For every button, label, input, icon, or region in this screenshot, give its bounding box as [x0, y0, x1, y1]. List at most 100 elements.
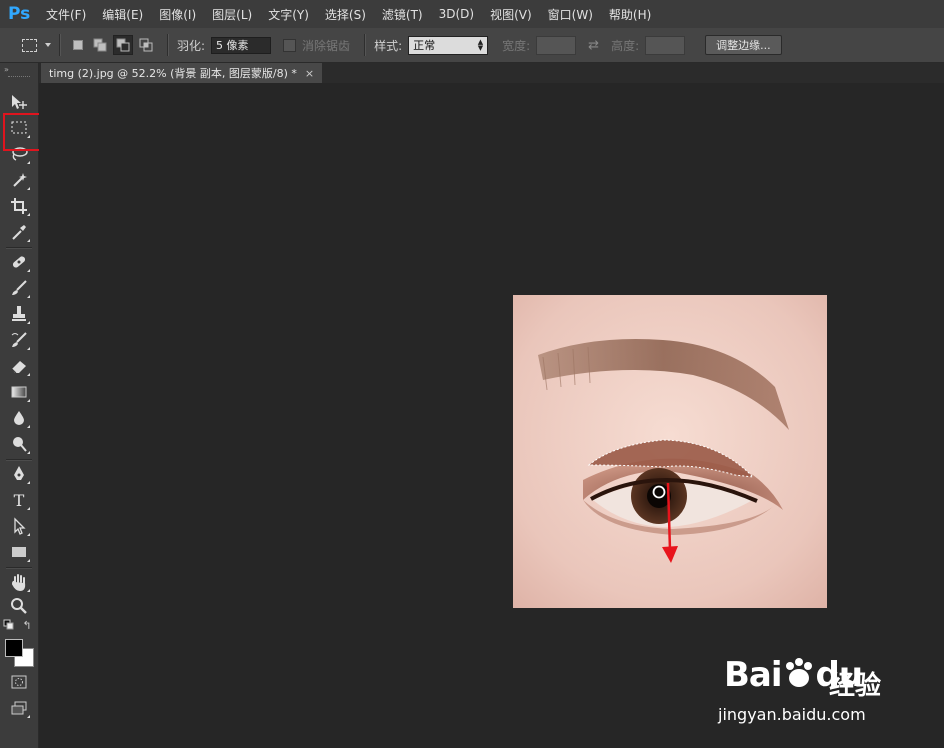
- move-tool[interactable]: [7, 91, 31, 113]
- new-selection-button[interactable]: [69, 36, 87, 54]
- history-brush-icon: [11, 332, 27, 347]
- feather-input[interactable]: 5 像素: [211, 36, 272, 54]
- divider: [6, 459, 32, 461]
- height-label: 高度:: [611, 38, 640, 53]
- divider: [167, 34, 169, 56]
- menu-filter[interactable]: 滤镜(T): [382, 6, 423, 23]
- hand-tool[interactable]: [7, 571, 31, 593]
- chevron-down-icon: [45, 43, 51, 47]
- brush-tool[interactable]: [7, 277, 31, 299]
- menu-window[interactable]: 窗口(W): [548, 6, 593, 23]
- collapse-panel-icon[interactable]: »: [4, 65, 9, 74]
- tool-group-indicator: [27, 161, 30, 164]
- pen-icon: [14, 466, 24, 480]
- type-icon: T: [13, 490, 25, 510]
- divider: [6, 567, 32, 569]
- quick-mask-mode[interactable]: [7, 671, 31, 693]
- eraser-tool[interactable]: [7, 355, 31, 377]
- rectangle-icon: [12, 547, 26, 557]
- tool-group-indicator: [27, 399, 30, 402]
- tool-group-indicator: [27, 507, 30, 510]
- eyedropper-tool[interactable]: [7, 221, 31, 243]
- document-image[interactable]: [513, 295, 827, 608]
- subtract-selection-icon: [116, 38, 130, 52]
- dodge-icon: [13, 437, 27, 452]
- zoom-tool[interactable]: [7, 595, 31, 617]
- tool-group-indicator: [27, 373, 30, 376]
- tool-group-indicator: [27, 269, 30, 272]
- close-icon[interactable]: ×: [305, 67, 314, 80]
- tool-group-indicator: [27, 589, 30, 592]
- magic-wand-tool[interactable]: [7, 169, 31, 191]
- divider: [364, 34, 367, 56]
- type-tool[interactable]: T: [7, 489, 31, 511]
- brush-icon: [12, 280, 27, 295]
- tool-group-indicator: [27, 321, 30, 324]
- tool-group-indicator: [27, 715, 30, 718]
- document-tab[interactable]: timg (2).jpg @ 52.2% (背景 副本, 图层蒙版/8) * ×: [41, 63, 323, 83]
- refine-edge-button[interactable]: 调整边缘...: [705, 35, 782, 55]
- menu-select[interactable]: 选择(S): [325, 6, 366, 23]
- menu-type[interactable]: 文字(Y): [268, 6, 309, 23]
- crop-tool[interactable]: [7, 195, 31, 217]
- add-to-selection-button[interactable]: [91, 36, 109, 54]
- menu-bar: Ps 文件(F) 编辑(E) 图像(I) 图层(L) 文字(Y) 选择(S) 滤…: [0, 0, 944, 28]
- new-selection-icon: [73, 40, 83, 50]
- foreground-color-swatch[interactable]: [5, 639, 23, 657]
- swap-icon[interactable]: ⇄: [588, 38, 599, 53]
- subtract-from-selection-button[interactable]: [113, 35, 133, 55]
- menu-help[interactable]: 帮助(H): [609, 6, 651, 23]
- tool-group-indicator: [27, 451, 30, 454]
- divider: [6, 247, 32, 249]
- swap-colors-icon[interactable]: ↰: [20, 618, 34, 632]
- screen-mode[interactable]: [7, 697, 31, 719]
- menu-file[interactable]: 文件(F): [46, 6, 86, 23]
- tool-group-indicator: [27, 239, 30, 242]
- style-select[interactable]: 正常 ▲ ▼: [408, 35, 489, 55]
- eraser-icon: [11, 361, 26, 374]
- bandage-icon: [12, 256, 26, 268]
- style-select-value: 正常: [413, 39, 436, 52]
- jingyan-label: 经验: [829, 671, 882, 701]
- eyedropper-icon: [12, 225, 26, 240]
- tool-group-indicator: [27, 213, 30, 216]
- default-colors-icon: [3, 619, 14, 630]
- width-input[interactable]: [536, 35, 577, 55]
- watermark-url: jingyan.baidu.com: [718, 705, 866, 724]
- history-brush-tool[interactable]: [7, 329, 31, 351]
- blur-tool[interactable]: [7, 407, 31, 429]
- quick-mask-icon: [11, 675, 27, 689]
- panel-grip[interactable]: [8, 76, 30, 79]
- menu-edit[interactable]: 编辑(E): [102, 6, 143, 23]
- intersect-selection-icon: [139, 38, 153, 52]
- intersect-selection-button[interactable]: [137, 36, 155, 54]
- menu-3d[interactable]: 3D(D): [439, 7, 474, 21]
- menu-view[interactable]: 视图(V): [490, 6, 532, 23]
- path-select-icon: [14, 517, 26, 535]
- eye-photo: [513, 295, 827, 608]
- tool-group-indicator: [27, 559, 30, 562]
- pen-tool[interactable]: [7, 463, 31, 485]
- dodge-tool[interactable]: [7, 433, 31, 455]
- tool-preset-picker[interactable]: [22, 38, 51, 52]
- tool-group-indicator: [27, 533, 30, 536]
- default-colors-button[interactable]: [2, 618, 16, 632]
- options-bar: 羽化: 5 像素 消除锯齿 样式: 正常 ▲ ▼ 宽度: ⇄ 高度: 调整边缘..…: [0, 28, 944, 63]
- menu-image[interactable]: 图像(I): [159, 6, 196, 23]
- menu-layer[interactable]: 图层(L): [212, 6, 252, 23]
- healing-brush-tool[interactable]: [7, 251, 31, 273]
- drop-icon: [14, 411, 24, 425]
- baidu-jingyan-watermark: Bai du 经验 jingyan.baidu.com: [718, 645, 924, 730]
- stamp-icon: [12, 306, 26, 321]
- gradient-tool[interactable]: [7, 381, 31, 403]
- height-input[interactable]: [645, 35, 686, 55]
- rectangle-tool[interactable]: [7, 541, 31, 563]
- marquee-preset-icon: [22, 38, 37, 52]
- gradient-icon: [11, 386, 27, 398]
- antialias-checkbox[interactable]: [283, 38, 297, 52]
- updown-arrow-icon: ▲ ▼: [477, 38, 484, 52]
- paw-icon: [785, 658, 812, 687]
- clone-stamp-tool[interactable]: [7, 303, 31, 325]
- tool-group-indicator: [27, 481, 30, 484]
- path-selection-tool[interactable]: [7, 515, 31, 537]
